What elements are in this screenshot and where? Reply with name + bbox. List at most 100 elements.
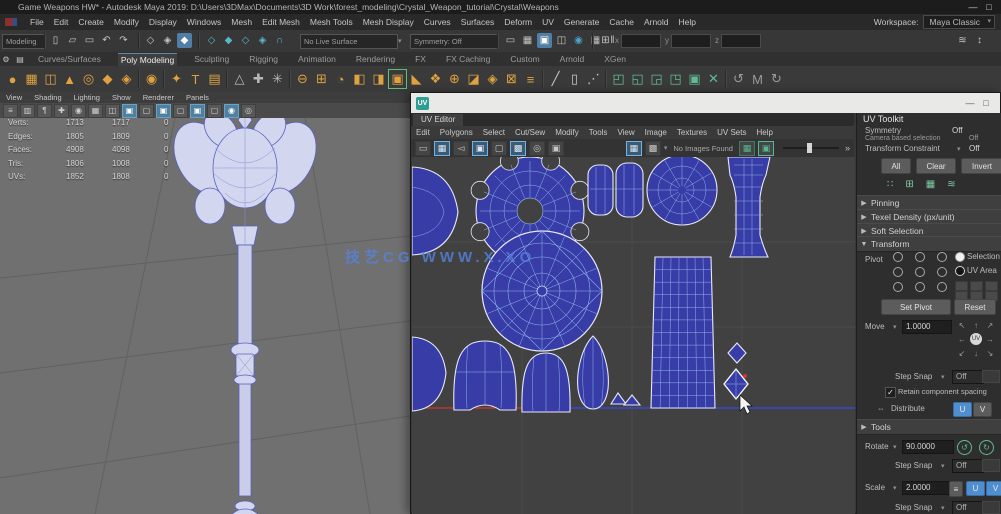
menu-curves[interactable]: Curves bbox=[424, 17, 451, 27]
minimize-button[interactable]: — bbox=[965, 2, 981, 12]
menu-uv[interactable]: UV bbox=[542, 17, 554, 27]
pivot-mode-selection-radio[interactable] bbox=[955, 252, 965, 262]
undo-icon[interactable]: ↶ bbox=[99, 33, 114, 48]
snap-surface-icon[interactable]: ∩ bbox=[272, 33, 287, 48]
rotate-caret-icon[interactable]: ▾ bbox=[893, 443, 897, 451]
rotate-step-caret-icon[interactable]: ▾ bbox=[941, 462, 945, 470]
new-scene-icon[interactable]: ▯ bbox=[48, 33, 63, 48]
symmetry-value[interactable]: Off bbox=[952, 126, 963, 135]
shelf-tab-xgen[interactable]: XGen bbox=[601, 53, 629, 65]
quad-draw-icon[interactable]: ✚ bbox=[249, 69, 268, 89]
move-step-snap-value[interactable]: Off bbox=[952, 370, 984, 384]
uv-tiles-menu-icon[interactable]: ▩ bbox=[644, 140, 661, 156]
offset-loop-icon[interactable]: ▯ bbox=[565, 69, 584, 89]
coord-input-x[interactable] bbox=[621, 33, 661, 48]
poly-disc-icon[interactable]: ◈ bbox=[117, 69, 136, 89]
scale-v-button[interactable]: V bbox=[986, 481, 1001, 496]
shelf-tab-sculpting[interactable]: Sculpting bbox=[191, 53, 232, 65]
uv-menu-select[interactable]: Select bbox=[483, 128, 505, 137]
shelf-tab-poly-modeling[interactable]: Poly Modeling bbox=[117, 52, 178, 66]
uv-grid-icon[interactable]: ▣ bbox=[548, 140, 564, 156]
menu-mesh[interactable]: Mesh bbox=[231, 17, 252, 27]
menu-edit[interactable]: Edit bbox=[54, 17, 69, 27]
shelf-tab-rigging[interactable]: Rigging bbox=[246, 53, 281, 65]
move-nudge-8592[interactable]: ← bbox=[956, 333, 968, 345]
select-all-button[interactable]: All bbox=[881, 158, 911, 174]
move-value-field[interactable]: 1.0000 bbox=[902, 320, 952, 334]
pivot-nudge-0-2[interactable] bbox=[985, 281, 998, 291]
move-nudge-8601[interactable]: ↙ bbox=[956, 347, 968, 359]
menu-generate[interactable]: Generate bbox=[564, 17, 599, 27]
menu-modify[interactable]: Modify bbox=[114, 17, 139, 27]
boolean-icon[interactable]: ⊖ bbox=[293, 69, 312, 89]
poly-cylinder-icon[interactable]: ◫ bbox=[41, 69, 60, 89]
aa-icon[interactable]: ◉ bbox=[224, 103, 239, 118]
move-caret-icon[interactable]: ▾ bbox=[893, 323, 897, 331]
history-back-icon[interactable]: ↺ bbox=[729, 69, 748, 89]
isolate-icon[interactable]: ◎ bbox=[241, 103, 256, 118]
move-nudge-8593[interactable]: ↑ bbox=[970, 319, 982, 331]
slide-edge-icon[interactable]: ╱ bbox=[546, 69, 565, 89]
menuset-selector[interactable]: Modeling bbox=[2, 34, 46, 49]
menu-deform[interactable]: Deform bbox=[504, 17, 532, 27]
camera-selection-value[interactable]: Off bbox=[969, 135, 978, 142]
poly-cone-icon[interactable]: ▲ bbox=[60, 69, 79, 89]
uv-cylindrical-icon[interactable]: ◱ bbox=[628, 69, 647, 89]
save-scene-icon[interactable]: ▭ bbox=[82, 33, 97, 48]
shadows-icon[interactable]: ▣ bbox=[190, 103, 205, 118]
pivot-grid-2-2[interactable] bbox=[937, 282, 947, 292]
menu-edit-mesh[interactable]: Edit Mesh bbox=[262, 17, 300, 27]
retain-spacing-checkbox[interactable]: ✓ bbox=[885, 387, 896, 398]
shelf-tab-rendering[interactable]: Rendering bbox=[353, 53, 398, 65]
coord-input-z[interactable] bbox=[721, 33, 761, 48]
extract-icon[interactable]: ◧ bbox=[350, 69, 369, 89]
rotate-step-snap-value[interactable]: Off bbox=[952, 459, 984, 473]
shade-uvs-icon[interactable]: ◎ bbox=[529, 140, 545, 156]
uv-menu-edit[interactable]: Edit bbox=[416, 128, 430, 137]
move-nudge-8595[interactable]: ↓ bbox=[970, 347, 982, 359]
screenshot-icon[interactable]: ◫ bbox=[554, 33, 569, 48]
uv-window-titlebar[interactable]: UV — □ bbox=[411, 93, 1000, 113]
poly-sphere-icon[interactable]: ● bbox=[3, 69, 22, 89]
separate-icon[interactable]: ◔ bbox=[331, 69, 350, 89]
menu-arnold[interactable]: Arnold bbox=[644, 17, 669, 27]
smooth-icon[interactable]: ◣ bbox=[407, 69, 426, 89]
convert-to-uv-icon[interactable]: ∷ bbox=[887, 179, 893, 190]
uv-contour-icon[interactable]: ▣ bbox=[685, 69, 704, 89]
bridge-icon[interactable]: ❖ bbox=[426, 69, 445, 89]
open-scene-icon[interactable]: ▱ bbox=[65, 33, 80, 48]
scale-step-snap-value[interactable]: Off bbox=[952, 501, 984, 514]
poly-torus-icon[interactable]: ◎ bbox=[79, 69, 98, 89]
move-nudge-8594[interactable]: → bbox=[984, 333, 996, 345]
coord-input-y[interactable] bbox=[671, 33, 711, 48]
pivot-nudge-0-0[interactable] bbox=[955, 281, 968, 291]
sort-icon[interactable]: ≋ bbox=[955, 33, 970, 48]
scale-value-field[interactable]: 2.0000 bbox=[902, 481, 950, 495]
uv-cut-sew-icon[interactable]: ✕ bbox=[704, 69, 723, 89]
grid-toggle-icon[interactable]: ▦ bbox=[434, 140, 450, 156]
symmetry-caret-icon[interactable]: ▾ bbox=[398, 37, 402, 45]
shell-border-icon[interactable]: ▣ bbox=[472, 140, 488, 156]
poly-plane-icon[interactable]: ◆ bbox=[98, 69, 117, 89]
live-surface-field[interactable]: No Live Surface bbox=[300, 34, 398, 49]
move-nudge-8599[interactable]: ↗ bbox=[984, 319, 996, 331]
pivot-grid-2-0[interactable] bbox=[893, 282, 903, 292]
move-nudge-8598[interactable]: ↖ bbox=[956, 319, 968, 331]
target-weld-icon[interactable]: ◈ bbox=[483, 69, 502, 89]
shelf-list-icon[interactable]: ▤ bbox=[14, 52, 26, 67]
menu-surfaces[interactable]: Surfaces bbox=[461, 17, 495, 27]
maximize-button[interactable]: □ bbox=[981, 2, 997, 12]
transform-constraint-caret-icon[interactable]: ▾ bbox=[957, 145, 961, 153]
uv-menu-cut-sew[interactable]: Cut/Sew bbox=[515, 128, 545, 137]
bevel-icon[interactable]: ◨ bbox=[369, 69, 388, 89]
reset-pivot-button[interactable]: Reset bbox=[954, 299, 996, 315]
select-object-icon[interactable]: ◈ bbox=[160, 33, 175, 48]
menu-windows[interactable]: Windows bbox=[187, 17, 221, 27]
uv-canvas[interactable] bbox=[412, 157, 855, 514]
toolbar-overflow-icon[interactable]: » bbox=[845, 143, 850, 153]
transform-constraint-value[interactable]: Off bbox=[969, 144, 980, 153]
texture-select-dropdown[interactable]: No Images Found bbox=[673, 144, 733, 153]
pivot-mode-uvarea-radio[interactable] bbox=[955, 266, 965, 276]
pivot-grid-1-1[interactable] bbox=[915, 267, 925, 277]
scale-caret-icon[interactable]: ▾ bbox=[893, 484, 897, 492]
